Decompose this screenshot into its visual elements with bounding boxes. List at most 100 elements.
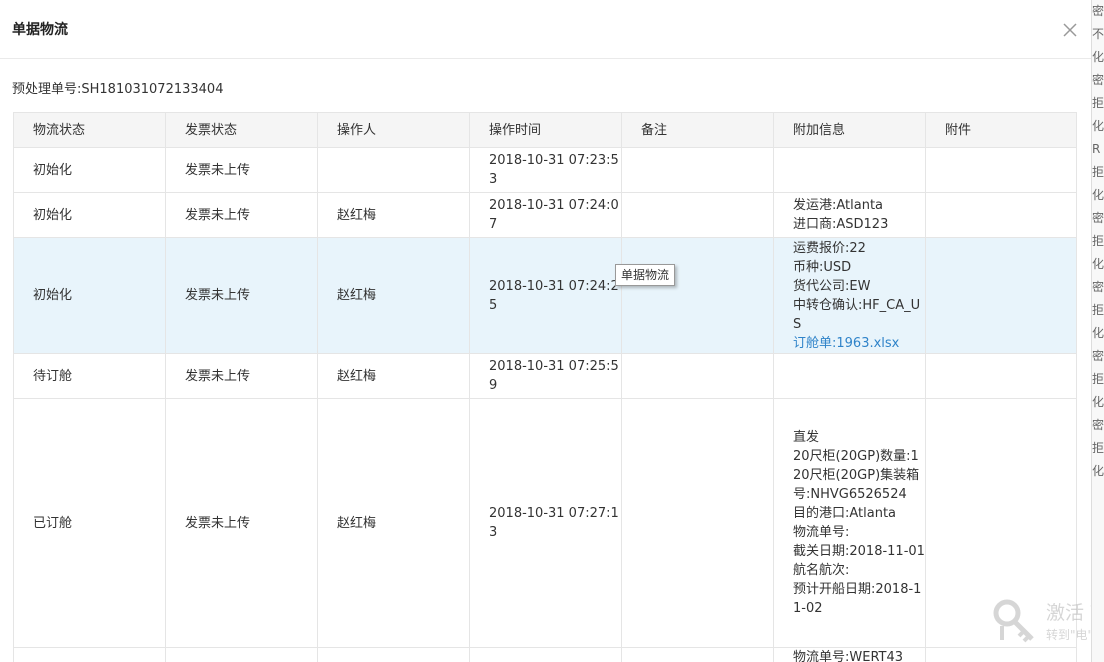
- row-operator-cell: 赵红梅: [317, 192, 470, 238]
- background-text: 密: [1092, 349, 1104, 363]
- row-extra-cell: 物流单号:WERT43: [773, 647, 926, 662]
- background-text: 拒: [1092, 234, 1104, 248]
- row-extra-cell: 运费报价:22 币种:USD 货代公司:EW 中转仓确认:HF_CA_US 订舱单:19…: [773, 237, 926, 354]
- table-row: 初始化 发票未上传 赵红梅 2018-10-31 07:24:25 运费报价:22 币种:…: [13, 237, 1077, 354]
- row-time-cell: 2018-10-31 07:24:07: [469, 192, 622, 238]
- extra-info-line: 预计开船日期:2018-11-02: [793, 582, 922, 616]
- row-extra-cell: [773, 147, 926, 193]
- row-status-cell: 初始化: [13, 147, 166, 193]
- row-extra-cell: [773, 353, 926, 399]
- order-number: 预处理单号:SH181031072133404: [12, 82, 224, 97]
- background-text: 不: [1092, 27, 1104, 41]
- table-header-row: 物流状态 发票状态 操作人 操作时间 备注 附加信息 附件: [13, 112, 1077, 148]
- row-note-cell: [621, 192, 774, 238]
- row-extra-cell: 直发 20尺柜(20GP)数量:1 20尺柜(20GP)集装箱号:NHVG65265…: [773, 398, 926, 648]
- table-row: 已订舱 发票未上传 赵红梅 2018-10-31 07:27:13 直发 20尺柜(20G…: [13, 398, 1077, 648]
- row-status-cell: 初始化: [13, 237, 166, 354]
- column-header-note: 备注: [621, 112, 774, 148]
- extra-info-line: 运费报价:22: [793, 240, 866, 256]
- close-button[interactable]: [1060, 20, 1080, 40]
- row-note-cell: [621, 237, 774, 354]
- row-attachment-cell: [925, 192, 1077, 238]
- background-text: 拒: [1092, 165, 1104, 179]
- column-header-status: 物流状态: [13, 112, 166, 148]
- extra-info-line: 20尺柜(20GP)集装箱号:NHVG6526524: [793, 468, 920, 502]
- row-time-cell: 2018-10-31 07:23:53: [469, 147, 622, 193]
- row-status-cell: 初始化: [13, 192, 166, 238]
- column-header-time: 操作时间: [469, 112, 622, 148]
- background-text: 拒: [1092, 372, 1104, 386]
- background-text: 化: [1092, 257, 1104, 271]
- row-time-cell: 2018-10-31 07:25:59: [469, 353, 622, 399]
- row-status-cell: 已订舱: [13, 398, 166, 648]
- extra-info-line: 货代公司:EW: [793, 278, 871, 294]
- row-operator-cell: 赵红梅: [317, 237, 470, 354]
- row-invoice-cell: [165, 647, 318, 662]
- background-text: 拒: [1092, 96, 1104, 110]
- close-icon: [1063, 23, 1077, 37]
- dialog-title: 单据物流: [12, 22, 68, 38]
- background-page-edge: 密不化密拒化R拒化密拒化密拒化密拒化密拒化: [1090, 0, 1104, 662]
- background-text: 拒: [1092, 303, 1104, 317]
- row-invoice-cell: 发票未上传: [165, 353, 318, 399]
- extra-info-line: 物流单号:: [793, 525, 850, 540]
- background-text: 密: [1092, 280, 1104, 294]
- watermark-line2: 转到"电": [1046, 628, 1092, 642]
- watermark-line1: 激活 W: [1046, 602, 1091, 624]
- row-note-cell: [621, 398, 774, 648]
- table-row: 初始化 发票未上传 2018-10-31 07:23:53: [13, 147, 1077, 193]
- row-attachment-cell: [925, 353, 1077, 399]
- row-note-cell: [621, 353, 774, 399]
- row-extra-cell: 发运港:Atlanta 进口商:ASD123: [773, 192, 926, 238]
- row-time-cell: 2018-10-31 07:27:13: [469, 398, 622, 648]
- row-invoice-cell: 发票未上传: [165, 237, 318, 354]
- background-text: 密: [1092, 211, 1104, 225]
- logistics-dialog: 单据物流 预处理单号:SH181031072133404 物流状态 发票状态 操…: [0, 0, 1092, 662]
- extra-info-line: 发运港:Atlanta: [793, 198, 884, 213]
- row-operator-cell: [317, 647, 470, 662]
- row-invoice-cell: 发票未上传: [165, 147, 318, 193]
- extra-info-line: 目的港口:Atlanta: [793, 506, 897, 521]
- column-header-invoice: 发票状态: [165, 112, 318, 148]
- row-note-cell: [621, 147, 774, 193]
- column-header-attachment: 附件: [925, 112, 1077, 148]
- background-text: 化: [1092, 326, 1104, 340]
- extra-info-line: 直发: [793, 430, 820, 445]
- row-time-cell: 2018-10-31 07:24:25: [469, 237, 622, 354]
- extra-info-line: 中转仓确认:HF_CA_US: [793, 297, 921, 332]
- extra-info-line: 币种:USD: [793, 259, 852, 275]
- background-text: 密: [1092, 418, 1104, 432]
- column-header-operator: 操作人: [317, 112, 470, 148]
- extra-info-line: 物流单号:WERT43: [793, 650, 904, 662]
- extra-info-line: 航名航次:: [793, 563, 850, 578]
- background-text: R: [1092, 142, 1101, 156]
- row-time-cell: [469, 647, 622, 662]
- background-text: 密: [1092, 4, 1104, 18]
- row-attachment-cell: [925, 647, 1077, 662]
- row-status-cell: [13, 647, 166, 662]
- background-text: 化: [1092, 188, 1104, 202]
- table-row: 物流单号:WERT43: [13, 647, 1077, 662]
- tooltip: 单据物流: [615, 264, 676, 286]
- extra-info-line: 20尺柜(20GP)数量:1: [793, 449, 919, 464]
- row-invoice-cell: 发票未上传: [165, 192, 318, 238]
- row-operator-cell: 赵红梅: [317, 398, 470, 648]
- background-text: 化: [1092, 464, 1104, 478]
- background-text: 化: [1092, 395, 1104, 409]
- row-operator-cell: 赵红梅: [317, 353, 470, 399]
- row-status-cell: 待订舱: [13, 353, 166, 399]
- background-text: 拒: [1092, 441, 1104, 455]
- row-attachment-cell: [925, 237, 1077, 354]
- column-header-extra: 附加信息: [773, 112, 926, 148]
- activation-watermark: 激活 W 转到"电": [990, 596, 1092, 646]
- background-text: 密: [1092, 73, 1104, 87]
- row-attachment-cell: [925, 147, 1077, 193]
- background-text: 化: [1092, 119, 1104, 133]
- booking-file-link[interactable]: 订舱单:1963.xlsx: [793, 334, 925, 353]
- row-invoice-cell: 发票未上传: [165, 398, 318, 648]
- dialog-header: 单据物流: [0, 0, 1091, 59]
- table-row: 初始化 发票未上传 赵红梅 2018-10-31 07:24:07 发运港:Atlant…: [13, 192, 1077, 238]
- key-icon: [993, 599, 1034, 643]
- extra-info-line: 进口商:ASD123: [793, 217, 889, 232]
- background-text: 化: [1092, 50, 1104, 64]
